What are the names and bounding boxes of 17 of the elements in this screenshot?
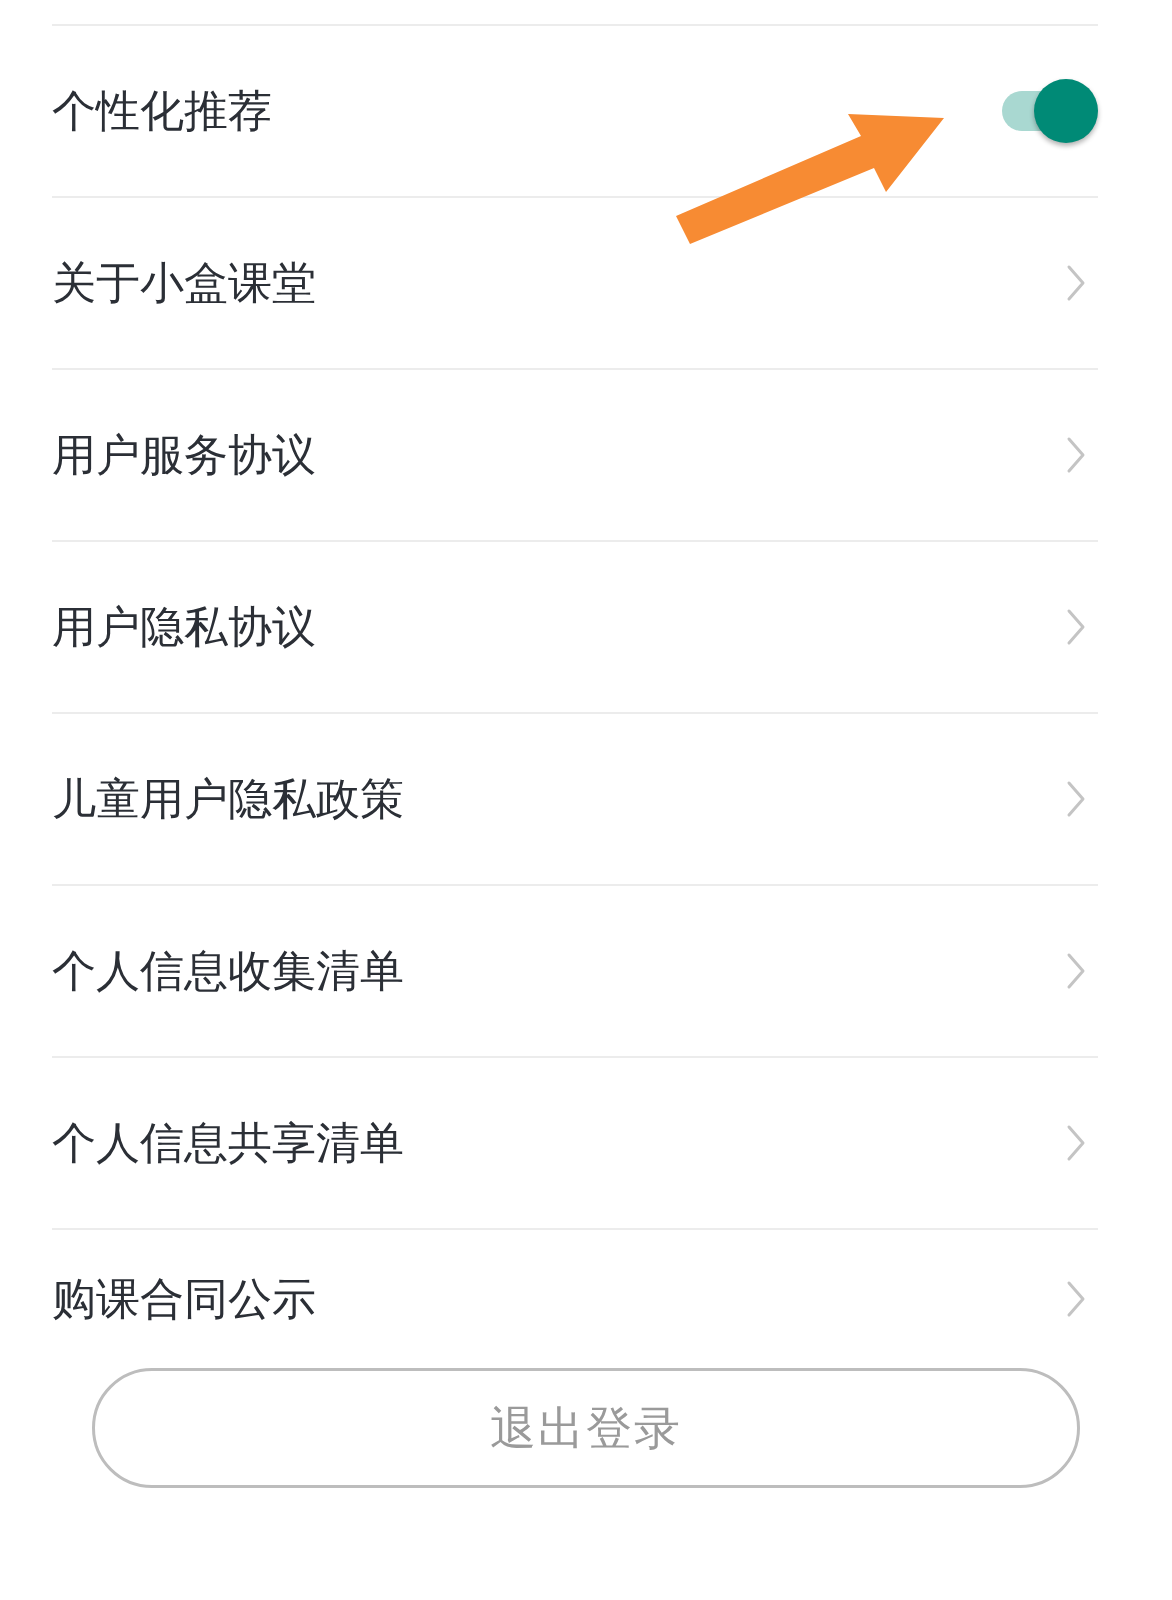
setting-label: 儿童用户隐私政策 (52, 772, 404, 826)
chevron-right-icon[interactable] (1066, 780, 1086, 818)
chevron-right-icon[interactable] (1066, 952, 1086, 990)
setting-label: 用户隐私协议 (52, 600, 316, 654)
toggle-switch[interactable] (1002, 79, 1098, 143)
chevron-right-icon[interactable] (1066, 608, 1086, 646)
setting-label: 个人信息收集清单 (52, 944, 404, 998)
setting-label: 关于小盒课堂 (52, 256, 316, 310)
setting-label: 个人信息共享清单 (52, 1116, 404, 1170)
logout-button[interactable]: 退出登录 (92, 1368, 1080, 1488)
chevron-right-icon[interactable] (1066, 436, 1086, 474)
setting-label: 购课合同公示 (52, 1272, 316, 1326)
chevron-right-icon[interactable] (1066, 264, 1086, 302)
setting-label: 个性化推荐 (52, 84, 272, 138)
chevron-right-icon[interactable] (1066, 1124, 1086, 1162)
setting-label: 用户服务协议 (52, 428, 316, 482)
chevron-right-icon[interactable] (1066, 1280, 1086, 1318)
